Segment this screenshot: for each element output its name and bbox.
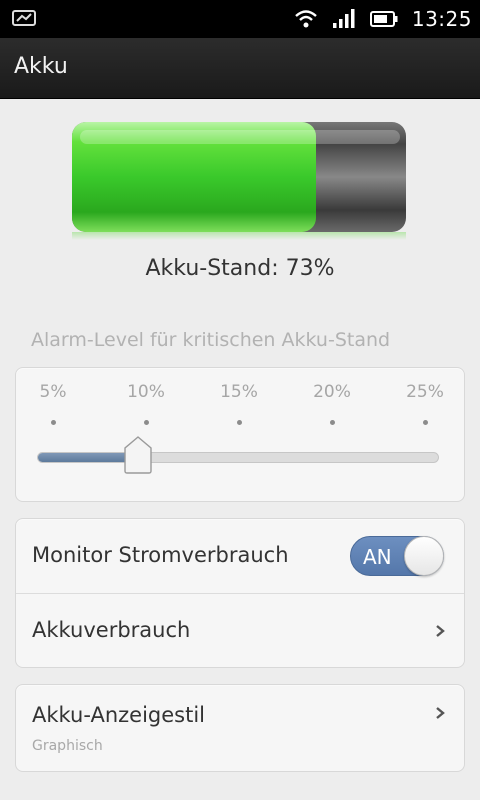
tick-label: 10% (127, 382, 165, 402)
display-style-row[interactable]: Akku-Anzeigestil Graphisch (15, 684, 465, 772)
wifi-icon (295, 10, 317, 28)
alarm-slider-track[interactable] (37, 452, 439, 463)
tick-dot (143, 420, 149, 425)
alarm-section-label: Alarm-Level für kritischen Akku-Stand (31, 329, 391, 351)
tick-dot (50, 420, 56, 425)
battery-usage-label: Akkuverbrauch (32, 618, 191, 642)
toggle-knob (404, 536, 444, 576)
tick-dot (329, 420, 335, 425)
action-bar: Akku (0, 38, 480, 99)
tick-dot (422, 420, 428, 425)
battery-level-graphic (72, 122, 406, 240)
monitor-power-label: Monitor Stromverbrauch (32, 543, 289, 567)
status-bar: 13:25 (0, 0, 480, 38)
display-style-value: Graphisch (32, 738, 103, 754)
battery-icon (369, 11, 398, 27)
signal-icon (332, 9, 355, 28)
toggle-state-text: AN (363, 545, 392, 569)
chevron-right-icon (436, 707, 445, 719)
monitor-power-row[interactable]: Monitor Stromverbrauch AN (16, 519, 464, 593)
page-title: Akku (14, 54, 68, 79)
display-style-label: Akku-Anzeigestil (32, 703, 206, 727)
battery-usage-row[interactable]: Akkuverbrauch (16, 593, 464, 668)
tick-label: 25% (406, 382, 444, 402)
monitor-power-toggle[interactable]: AN (350, 536, 444, 576)
alarm-slider-thumb[interactable] (123, 436, 153, 474)
settings-card: Monitor Stromverbrauch AN Akkuverbrauch (15, 518, 465, 668)
tick-label: 5% (39, 382, 67, 402)
clock: 13:25 (411, 7, 472, 31)
tick-label: 15% (220, 382, 258, 402)
chevron-right-icon (436, 625, 445, 637)
tick-dot (236, 420, 242, 425)
tick-label: 20% (313, 382, 351, 402)
alarm-slider-card: 5% 10% 15% 20% 25% (15, 367, 465, 502)
messenger-icon (12, 10, 36, 26)
battery-status-text: Akku-Stand: 73% (145, 256, 335, 281)
